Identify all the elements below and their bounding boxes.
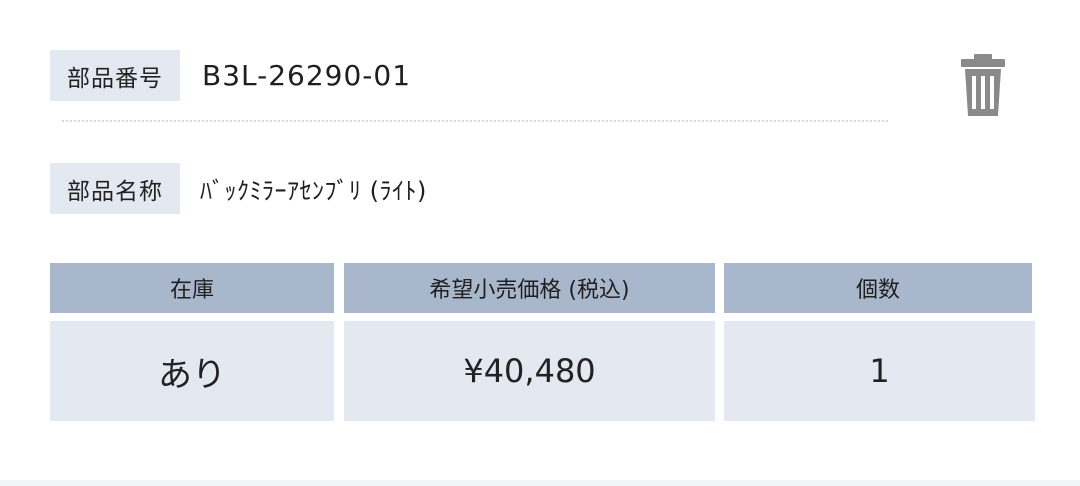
- part-number-value: B3L-26290-01: [202, 59, 412, 92]
- header-retail-price: 希望小売価格 (税込): [344, 263, 715, 313]
- trash-icon: [961, 54, 1005, 116]
- bottom-separator: [0, 480, 1080, 486]
- part-name-label: 部品名称: [50, 163, 180, 214]
- price-value: ¥40,480: [344, 321, 715, 421]
- part-number-label: 部品番号: [50, 50, 180, 101]
- header-quantity: 個数: [724, 263, 1032, 313]
- stock-value: あり: [50, 321, 334, 421]
- part-name-value: ﾊﾞｯｸﾐﾗｰｱｾﾝﾌﾞﾘ (ﾗｲﾄ): [200, 177, 427, 205]
- cart-item-card: 部品番号 B3L-26290-01 部品名称 ﾊﾞｯｸﾐﾗｰｱｾﾝﾌﾞﾘ (ﾗｲ…: [0, 0, 1080, 486]
- header-stock: 在庫: [50, 263, 334, 313]
- delete-button[interactable]: [958, 52, 1008, 118]
- quantity-value: 1: [724, 321, 1035, 421]
- divider: [62, 120, 888, 122]
